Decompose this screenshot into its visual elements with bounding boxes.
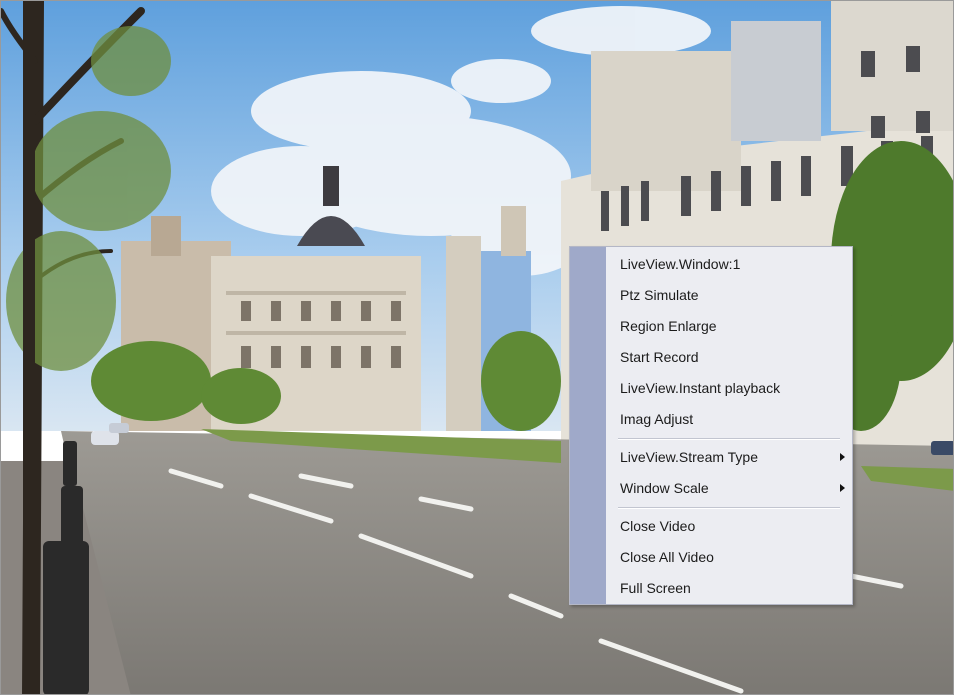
menu-item-label: Close All Video — [620, 549, 714, 565]
live-video-viewport[interactable]: LiveView.Window:1 Ptz Simulate Region En… — [0, 0, 954, 695]
menu-item-window-info[interactable]: LiveView.Window:1 — [606, 249, 852, 279]
menu-item-close-video[interactable]: Close Video — [606, 511, 852, 541]
menu-item-region-enlarge[interactable]: Region Enlarge — [606, 311, 852, 341]
menu-item-image-adjust[interactable]: Imag Adjust — [606, 404, 852, 434]
menu-item-label: Imag Adjust — [620, 411, 694, 427]
menu-item-label: LiveView.Instant playback — [620, 380, 781, 396]
menu-item-stream-type[interactable]: LiveView.Stream Type — [606, 442, 852, 472]
menu-item-close-all-video[interactable]: Close All Video — [606, 542, 852, 572]
submenu-arrow-icon — [840, 484, 845, 492]
video-context-menu: LiveView.Window:1 Ptz Simulate Region En… — [569, 246, 853, 605]
menu-item-start-record[interactable]: Start Record — [606, 342, 852, 372]
menu-icon-gutter — [570, 247, 606, 604]
menu-item-ptz-simulate[interactable]: Ptz Simulate — [606, 280, 852, 310]
menu-item-label: LiveView.Stream Type — [620, 449, 759, 465]
submenu-arrow-icon — [840, 453, 845, 461]
menu-item-label: Close Video — [620, 518, 696, 534]
menu-item-window-scale[interactable]: Window Scale — [606, 473, 852, 503]
menu-separator — [618, 507, 840, 509]
menu-item-label: Full Screen — [620, 580, 691, 596]
menu-item-label: Window Scale — [620, 480, 709, 496]
menu-item-label: Start Record — [620, 349, 699, 365]
menu-separator — [618, 438, 840, 440]
menu-item-label: Ptz Simulate — [620, 287, 699, 303]
menu-item-full-screen[interactable]: Full Screen — [606, 573, 852, 603]
menu-item-instant-playback[interactable]: LiveView.Instant playback — [606, 373, 852, 403]
menu-item-label: LiveView.Window:1 — [620, 256, 741, 272]
menu-item-label: Region Enlarge — [620, 318, 717, 334]
